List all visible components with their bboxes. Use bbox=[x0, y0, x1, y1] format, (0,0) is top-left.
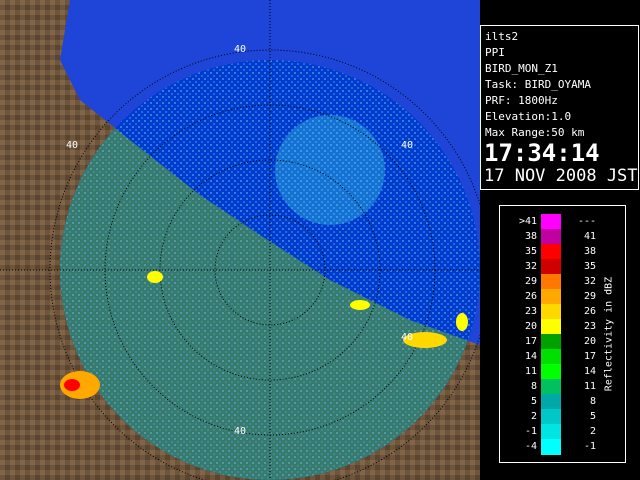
product-name: BIRD_MON_Z1 bbox=[485, 62, 558, 75]
legend-upper-bound: 35 bbox=[583, 261, 596, 272]
legend-upper-bound: 26 bbox=[583, 306, 596, 317]
legend-lower-bound: 8 bbox=[530, 381, 537, 392]
legend-color-swatch bbox=[541, 319, 561, 335]
legend-lower-bound: 14 bbox=[524, 351, 537, 362]
legend-lower-bound: 38 bbox=[524, 231, 537, 242]
task-name: Task: BIRD_OYAMA bbox=[485, 78, 591, 91]
legend-color-swatch bbox=[541, 439, 561, 455]
legend-upper-bound: 38 bbox=[583, 246, 596, 257]
legend-lower-bound: 26 bbox=[524, 291, 537, 302]
legend-upper-bound: 5 bbox=[589, 411, 596, 422]
radar-ppi-display: 40 40 40 40 40 bbox=[0, 0, 480, 480]
legend-color-swatch bbox=[541, 409, 561, 425]
legend-lower-bound: 20 bbox=[524, 321, 537, 332]
legend-color-swatch bbox=[541, 364, 561, 380]
radar-name: ilts2 bbox=[485, 30, 519, 43]
legend-lower-bound: 32 bbox=[524, 261, 537, 272]
legend-lower-bound: 35 bbox=[524, 246, 537, 257]
legend-unit-label: Reflectivity in dBZ bbox=[597, 206, 621, 462]
reflectivity-legend: >41 --- 38 41 35 38 32 35 29 32 26 29 23 26 20 23 17 20 14… bbox=[499, 205, 626, 463]
legend-lower-bound: 17 bbox=[524, 336, 537, 347]
legend-color-swatch bbox=[541, 334, 561, 350]
legend-upper-bound: 29 bbox=[583, 291, 596, 302]
legend-lower-bound: 23 bbox=[524, 306, 537, 317]
legend-unit-text: Reflectivity in dBZ bbox=[603, 276, 615, 392]
legend-color-swatch bbox=[541, 244, 561, 260]
scan-time: 17:34:14 bbox=[484, 139, 600, 167]
legend-color-swatch bbox=[541, 349, 561, 365]
legend-color-swatch bbox=[541, 214, 561, 230]
legend-lower-bound: 5 bbox=[530, 396, 537, 407]
legend-lower-bound: 11 bbox=[524, 366, 537, 377]
legend-upper-bound: 32 bbox=[583, 276, 596, 287]
legend-color-swatch bbox=[541, 304, 561, 320]
range-ring-label: 40 bbox=[66, 140, 78, 151]
legend-lower-bound: -4 bbox=[524, 441, 537, 452]
legend-color-swatch bbox=[541, 394, 561, 410]
legend-upper-bound: 11 bbox=[583, 381, 596, 392]
range-ring-label: 40 bbox=[401, 140, 413, 151]
legend-lower-bound: 29 bbox=[524, 276, 537, 287]
legend-upper-bound: -1 bbox=[583, 441, 596, 452]
legend-upper-bound: --- bbox=[577, 216, 596, 227]
product-type: PPI bbox=[485, 46, 505, 59]
scan-date: 17 NOV 2008 JST bbox=[484, 166, 638, 186]
legend-lower-bound: >41 bbox=[518, 216, 537, 227]
legend-upper-bound: 8 bbox=[589, 396, 596, 407]
legend-upper-bound: 14 bbox=[583, 366, 596, 377]
legend-lower-bound: -1 bbox=[524, 426, 537, 437]
range-ring-label: 40 bbox=[234, 426, 246, 437]
legend-color-swatch bbox=[541, 289, 561, 305]
radar-info-panel: ilts2 PPI BIRD_MON_Z1 Task: BIRD_OYAMA P… bbox=[480, 25, 639, 190]
legend-upper-bound: 17 bbox=[583, 351, 596, 362]
legend-lower-bound: 2 bbox=[530, 411, 537, 422]
legend-color-swatch bbox=[541, 424, 561, 440]
range-ring-label: 40 bbox=[401, 332, 413, 343]
legend-color-swatch bbox=[541, 259, 561, 275]
legend-upper-bound: 41 bbox=[583, 231, 596, 242]
legend-upper-bound: 20 bbox=[583, 336, 596, 347]
max-range-value: Max Range:50 km bbox=[485, 126, 585, 139]
legend-upper-bound: 2 bbox=[589, 426, 596, 437]
legend-color-swatch bbox=[541, 229, 561, 245]
legend-color-swatch bbox=[541, 379, 561, 395]
elevation-value: Elevation:1.0 bbox=[485, 110, 572, 123]
legend-color-swatch bbox=[541, 274, 561, 290]
range-ring-label: 40 bbox=[234, 44, 246, 55]
legend-upper-bound: 23 bbox=[583, 321, 596, 332]
prf-value: PRF: 1800Hz bbox=[485, 94, 558, 107]
